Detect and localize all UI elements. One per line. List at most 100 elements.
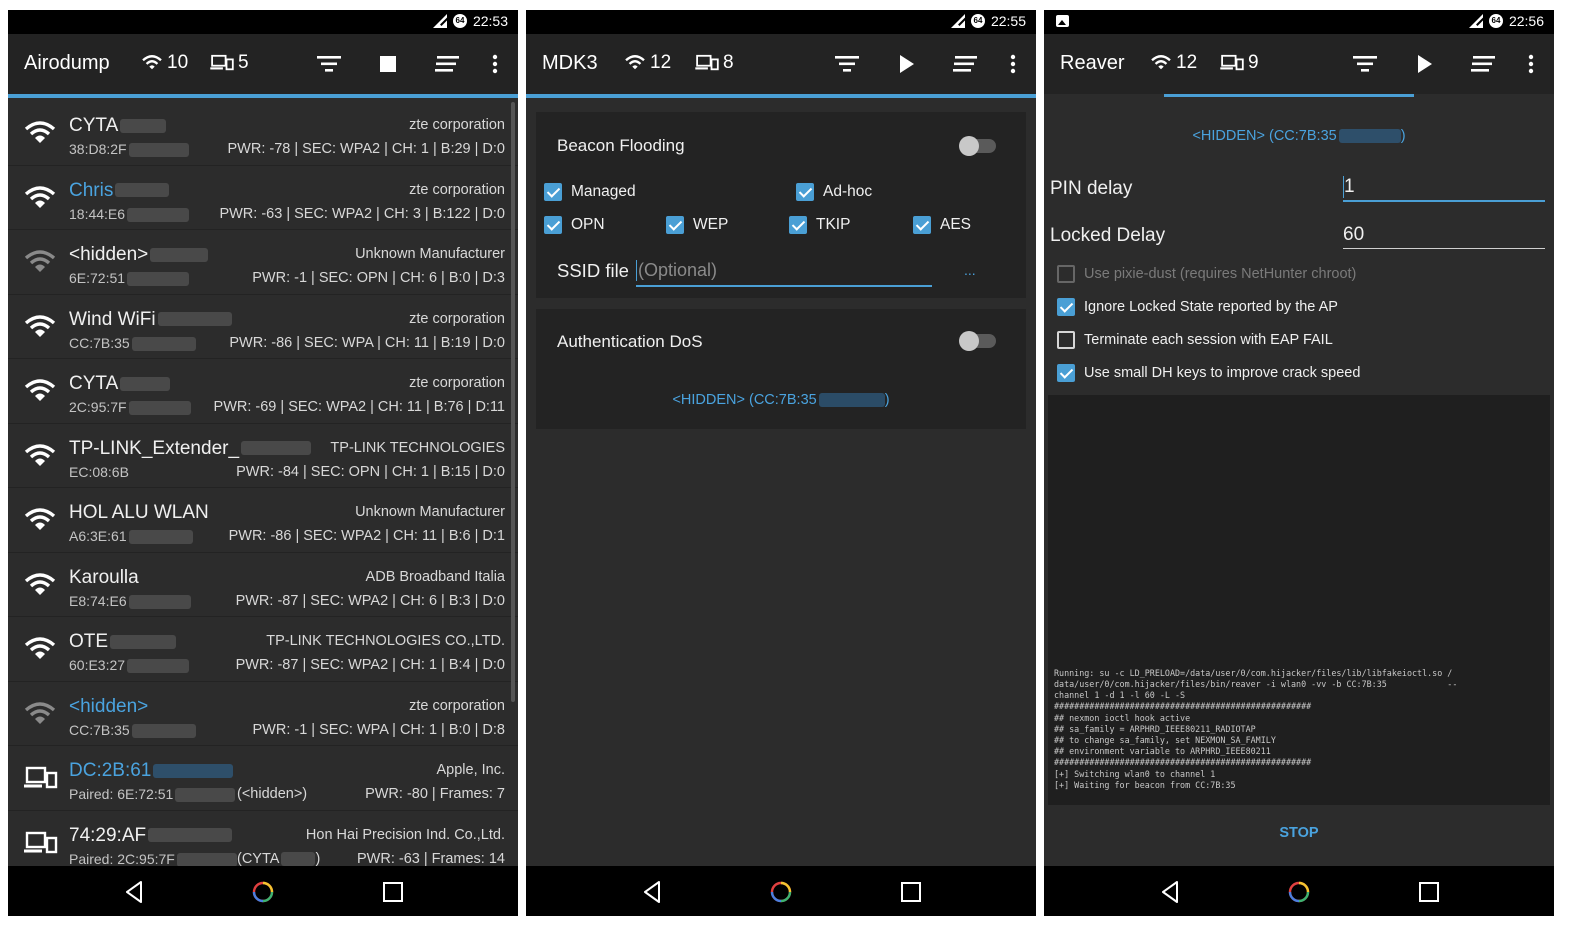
sort-button[interactable]: [951, 50, 979, 78]
filter-button[interactable]: [833, 50, 861, 78]
pin-delay-input[interactable]: 1: [1343, 172, 1545, 202]
redacted-text: [128, 143, 189, 158]
sort-button[interactable]: [433, 50, 461, 78]
image-notification-icon: [1056, 15, 1069, 27]
overflow-menu-button[interactable]: [1517, 50, 1545, 78]
beacon-flooding-card: Beacon Flooding Managed Ad-hoc OPN WEP T…: [536, 112, 1026, 298]
stop-button[interactable]: STOP: [1044, 825, 1554, 841]
client-row[interactable]: 74:29:AF Paired: 2C:95:7F (CYTA) Hon Hai Pr…: [8, 810, 518, 867]
redacted-text: [127, 207, 190, 222]
pixie-dust-checkbox[interactable]: Use pixie-dust (requires NetHunter chroo…: [1057, 265, 1356, 283]
ap-row[interactable]: <hidden> 6E:72:51 Unknown Manufacturer PWR:…: [8, 230, 518, 295]
tkip-checkbox[interactable]: TKIP: [789, 216, 850, 234]
ap-row[interactable]: Karoulla E8:74:E6 ADB Broadband Italia PWR:…: [8, 552, 518, 617]
start-button[interactable]: [1410, 50, 1438, 78]
ap-ssid: TP-LINK_Extender_: [69, 438, 312, 460]
recents-icon[interactable]: [1416, 879, 1442, 905]
redacted-text: [131, 723, 196, 738]
checkbox-checked-icon: [796, 183, 814, 201]
ssid-file-input[interactable]: (Optional): [636, 257, 932, 287]
tab-indicator: [1164, 94, 1414, 97]
progress-bar: [526, 94, 1036, 98]
nav-bar: [1044, 866, 1554, 916]
ap-bssid: E8:74:E6: [69, 593, 191, 609]
redacted-text: [148, 828, 233, 843]
scrollbar[interactable]: [511, 102, 515, 702]
ap-vendor: TP-LINK TECHNOLOGIES CO.,LTD.: [266, 633, 505, 649]
reaver-target[interactable]: <HIDDEN> (CC:7B:35): [1044, 128, 1554, 144]
ap-row[interactable]: CYTA 2C:95:7F zte corporation PWR: -69 | SE…: [8, 359, 518, 424]
redacted-text: [127, 659, 190, 674]
opn-checkbox[interactable]: OPN: [544, 216, 605, 234]
checkbox-checked-icon: [544, 183, 562, 201]
small-dh-label: Use small DH keys to improve crack speed: [1084, 365, 1361, 381]
small-dh-checkbox[interactable]: Use small DH keys to improve crack speed: [1057, 364, 1360, 382]
start-button[interactable]: [892, 50, 920, 78]
back-icon[interactable]: [640, 879, 666, 905]
ap-bssid: 18:44:E6: [69, 206, 190, 222]
wifi-icon: [24, 185, 56, 213]
ignore-locked-checkbox[interactable]: Ignore Locked State reported by the AP: [1057, 298, 1338, 316]
sort-icon: [953, 56, 977, 72]
ap-details: PWR: -78 | SEC: WPA2 | CH: 1 | B:29 | D:…: [227, 141, 505, 157]
sort-button[interactable]: [1469, 50, 1497, 78]
play-icon: [1418, 55, 1432, 73]
terminate-eap-checkbox[interactable]: Terminate each session with EAP FAIL: [1057, 331, 1333, 349]
client-assoc: (<hidden>): [237, 786, 308, 802]
wifi-icon: [625, 55, 645, 70]
filter-button[interactable]: [315, 50, 343, 78]
ap-bssid: 38:D8:2F: [69, 141, 189, 158]
ap-row[interactable]: HOL ALU WLAN A6:3E:61 Unknown Manufacturer…: [8, 488, 518, 553]
checkbox-unchecked-icon: [1057, 331, 1075, 349]
home-icon[interactable]: [250, 879, 276, 905]
client-details: PWR: -63 | Frames: 14: [357, 850, 505, 867]
filter-button[interactable]: [1351, 50, 1379, 78]
ap-vendor: Unknown Manufacturer: [355, 246, 505, 262]
aes-checkbox[interactable]: AES: [913, 216, 971, 234]
ap-details: PWR: -69 | SEC: WPA2 | CH: 11 | B:76 | D…: [213, 399, 505, 415]
locked-delay-input[interactable]: 60: [1343, 220, 1545, 249]
ap-row[interactable]: OTE 60:E3:27 TP-LINK TECHNOLOGIES CO.,LTD.…: [8, 617, 518, 682]
auth-dos-toggle[interactable]: [959, 331, 996, 351]
ap-row[interactable]: Chris 18:44:E6 zte corporation PWR: -63 | S…: [8, 165, 518, 230]
home-icon[interactable]: [1286, 879, 1312, 905]
back-icon[interactable]: [122, 879, 148, 905]
wifi-icon: [24, 249, 56, 277]
auth-dos-target[interactable]: <HIDDEN> (CC:7B:35): [536, 392, 1026, 408]
recents-icon[interactable]: [898, 879, 924, 905]
managed-checkbox[interactable]: Managed: [544, 183, 636, 201]
overflow-menu-button[interactable]: [481, 50, 509, 78]
browse-button[interactable]: ...: [964, 262, 976, 278]
wifi-icon: [24, 572, 56, 600]
ap-vendor: zte corporation: [409, 181, 505, 198]
ap-bssid: 6E:72:51: [69, 270, 190, 287]
ap-row[interactable]: CYTA 38:D8:2F zte corporation PWR: -78 | SE…: [8, 101, 518, 166]
status-bar: 64 22:55: [526, 10, 1036, 34]
client-details: PWR: -80 | Frames: 7: [365, 786, 505, 802]
ap-vendor: ADB Broadband Italia: [365, 568, 505, 585]
redacted-text: [175, 788, 236, 803]
ap-list[interactable]: CYTA 38:D8:2F zte corporation PWR: -78 | SE…: [8, 101, 518, 866]
overflow-menu-button[interactable]: [999, 50, 1027, 78]
ap-count: 12: [624, 52, 671, 74]
client-paired: Paired: 6E:72:51: [69, 786, 236, 803]
wep-checkbox[interactable]: WEP: [666, 216, 728, 234]
play-icon: [900, 55, 914, 73]
ap-row[interactable]: <hidden> CC:7B:35 zte corporation PWR: -1 |…: [8, 681, 518, 746]
home-icon[interactable]: [768, 879, 794, 905]
back-icon[interactable]: [1158, 879, 1184, 905]
checkbox-checked-icon: [913, 216, 931, 234]
beacon-flooding-toggle[interactable]: [959, 136, 996, 156]
checkbox-checked-icon: [789, 216, 807, 234]
recents-icon[interactable]: [380, 879, 406, 905]
ap-count-value: 12: [1176, 52, 1198, 73]
ap-row[interactable]: Wind WiFi CC:7B:35 zte corporation PWR: -86…: [8, 294, 518, 359]
stop-button[interactable]: [374, 50, 402, 78]
redacted-mac: [1338, 129, 1401, 144]
redacted-text: [150, 247, 209, 262]
auth-dos-header: Authentication DoS: [557, 332, 703, 351]
wifi-icon: [24, 120, 56, 148]
ap-row[interactable]: TP-LINK_Extender_ EC:08:6B TP-LINK TECHNOL…: [8, 423, 518, 488]
client-row[interactable]: DC:2B:61 Paired: 6E:72:51 (<hidden>) Apple,…: [8, 746, 518, 811]
adhoc-checkbox[interactable]: Ad-hoc: [796, 183, 872, 201]
